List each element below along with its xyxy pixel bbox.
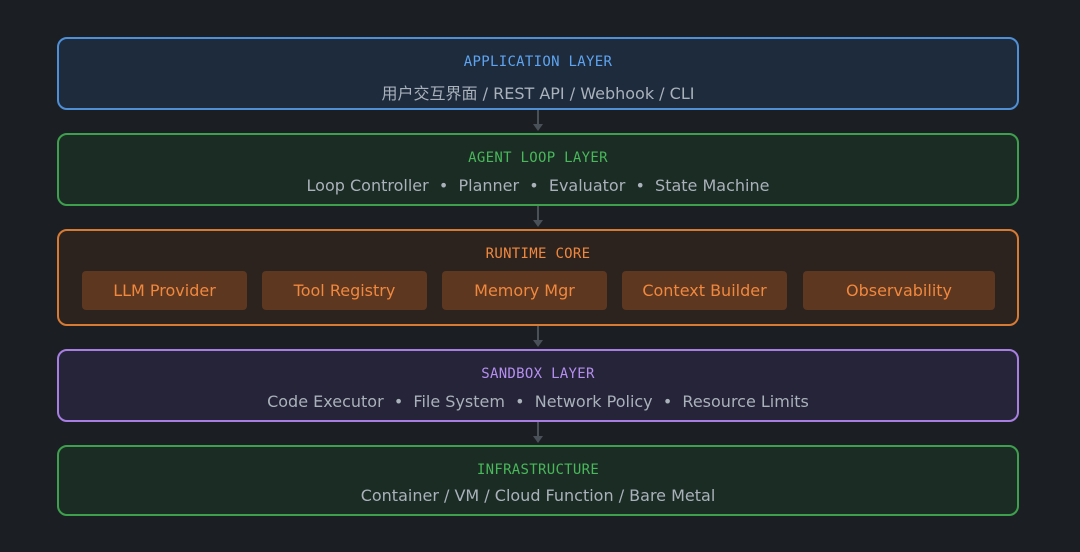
connector-arrow-icon	[533, 110, 543, 131]
runtime-core-layer: RUNTIME CORE LLM Provider Tool Registry …	[57, 229, 1019, 326]
sandbox-layer-title: SANDBOX LAYER	[481, 366, 595, 382]
application-layer-description: 用户交互界面 / REST API / Webhook / CLI	[381, 84, 695, 103]
application-layer-title: APPLICATION LAYER	[463, 54, 613, 70]
application-layer: APPLICATION LAYER 用户交互界面 / REST API / We…	[57, 37, 1019, 110]
runtime-component-llm-provider: LLM Provider	[82, 271, 247, 310]
connector-arrow-icon	[533, 206, 543, 227]
infrastructure-layer-description: Container / VM / Cloud Function / Bare M…	[360, 486, 716, 505]
agent-loop-layer: AGENT LOOP LAYER Loop Controller • Plann…	[57, 133, 1019, 206]
connector-arrow-icon	[533, 422, 543, 443]
agent-loop-layer-title: AGENT LOOP LAYER	[468, 150, 608, 166]
agent-loop-layer-description: Loop Controller • Planner • Evaluator • …	[306, 176, 770, 195]
infrastructure-layer-title: INFRASTRUCTURE	[476, 462, 600, 478]
infrastructure-layer: INFRASTRUCTURE Container / VM / Cloud Fu…	[57, 445, 1019, 516]
runtime-core-title: RUNTIME CORE	[485, 246, 591, 262]
runtime-component-context-builder: Context Builder	[622, 271, 787, 310]
runtime-component-tool-registry: Tool Registry	[262, 271, 427, 310]
sandbox-layer: SANDBOX LAYER Code Executor • File Syste…	[57, 349, 1019, 422]
runtime-component-observability: Observability	[803, 271, 995, 310]
connector-arrow-icon	[533, 326, 543, 347]
sandbox-layer-description: Code Executor • File System • Network Po…	[267, 392, 809, 411]
runtime-component-memory-mgr: Memory Mgr	[442, 271, 607, 310]
